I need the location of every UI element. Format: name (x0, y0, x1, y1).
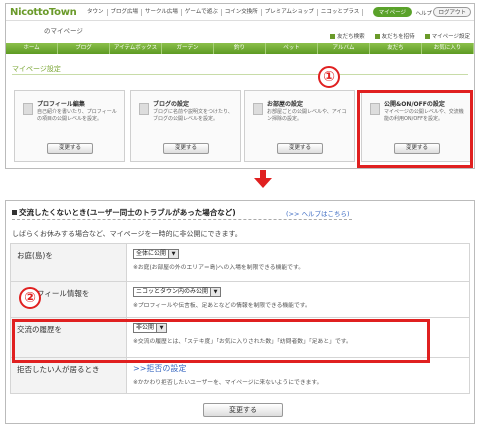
row-note: ※お庭(お部屋の外のエリア＝島)への入場を制限できる機能です。 (133, 265, 304, 271)
site-logo[interactable]: NicottoTown (10, 7, 77, 18)
exchange-settings-screenshot: 交流したくないとき(ユーザー同士のトラブルがあった場合など) (>> ヘルプはこ… (5, 200, 475, 424)
room-icon (253, 103, 263, 115)
exchange-section-title: 交流したくないとき(ユーザー同士のトラブルがあった場合など) (12, 207, 236, 218)
subheader: のマイページ 友だち検索 友だちを招待 マイページ設定 (6, 21, 474, 43)
card-title: ブログの設定 (153, 101, 190, 108)
mypage-settings-title: マイページ設定 (12, 65, 61, 73)
settings-icon (424, 33, 430, 39)
chevron-down-icon: ▼ (168, 250, 179, 258)
tab-blog[interactable]: ブログ (58, 43, 110, 54)
friend-search-link[interactable]: 友だち検索 (330, 32, 365, 40)
row-label: お庭(島)を (10, 243, 127, 282)
card-title: プロフィール編集 (37, 101, 85, 108)
nav-link-premium[interactable]: プレミアムショップ (262, 9, 318, 16)
divider (12, 219, 352, 220)
site-header: NicottoTown タウン ブログ広場 サークル広場 ゲームで遊ぶ コイン交… (6, 4, 474, 21)
tab-garden[interactable]: ガーデン (162, 43, 214, 54)
highlight-box (357, 90, 473, 168)
garden-visibility-select[interactable]: 全体に公開 ▼ (133, 249, 180, 259)
blog-icon (139, 103, 149, 115)
card-desc: 自己紹介を書いたり、プロフィールの項目の公開レベルを設定。 (37, 109, 117, 122)
nav-link-town[interactable]: タウン (84, 9, 108, 16)
square-bullet-icon (12, 210, 17, 215)
tab-favorites[interactable]: お気に入り (422, 43, 474, 54)
friend-search-icon (330, 33, 336, 39)
down-arrow-icon (254, 178, 272, 188)
room-settings-button[interactable]: 変更する (277, 143, 323, 154)
row-note: ※プロフィールや伝言板、足あとなどの情報を制限できる機能です。 (133, 303, 311, 309)
nav-link-plus[interactable]: ニコッとプラス (318, 9, 364, 16)
tab-friends[interactable]: 友だち (370, 43, 422, 54)
step-badge-1: ① (318, 66, 340, 88)
tab-home[interactable]: ホーム (6, 43, 58, 54)
blog-settings-card: ブログの設定 ブログに名前や説明文をつけたり、ブログの公開レベルを設定。 変更す… (130, 90, 241, 162)
nav-link-coin[interactable]: コイン交換所 (222, 9, 262, 16)
nav-link-blog[interactable]: ブログ広場 (108, 9, 143, 16)
help-link[interactable]: ヘルプ (415, 9, 432, 17)
card-title: お部屋の設定 (267, 101, 304, 108)
mypage-settings-link[interactable]: マイページ設定 (424, 32, 470, 40)
table-row: お庭(島)を 全体に公開 ▼ ※お庭(お部屋の外のエリア＝島)への入場を制限できる… (10, 243, 470, 282)
nav-link-game[interactable]: ゲームで遊ぶ (182, 9, 222, 16)
profile-edit-card: プロフィール編集 自己紹介を書いたり、プロフィールの項目の公開レベルを設定。 変… (14, 90, 125, 162)
tab-pet[interactable]: ペット (266, 43, 318, 54)
nav-link-circle[interactable]: サークル広場 (142, 9, 182, 16)
blog-settings-button[interactable]: 変更する (163, 143, 209, 154)
highlight-box (12, 319, 430, 363)
friend-invite-icon (374, 33, 380, 39)
row-note: ※かかわり拒否したいユーザーを、マイページに来ないようにできます。 (133, 380, 323, 386)
tab-itembox[interactable]: アイテムボックス (110, 43, 162, 54)
card-desc: ブログに名前や説明文をつけたり、ブログの公開レベルを設定。 (153, 109, 233, 122)
tab-fishing[interactable]: 釣り (214, 43, 266, 54)
logout-button[interactable]: ログアウト (433, 7, 471, 17)
submit-button[interactable]: 変更する (203, 403, 283, 417)
step-badge-2: ② (19, 287, 41, 309)
refuse-settings-link[interactable]: >>拒否の設定 (133, 363, 463, 374)
divider (12, 74, 468, 75)
tab-album[interactable]: アルバム (318, 43, 370, 54)
profile-edit-button[interactable]: 変更する (47, 143, 93, 154)
subheader-links: 友だち検索 友だちを招待 マイページ設定 (330, 32, 470, 40)
mypage-title: のマイページ (44, 27, 83, 35)
table-row: フィール情報を ニコッとタウン内のみ公開 ▼ ※プロフィールや伝言板、足あとなどの… (10, 281, 470, 318)
main-nav: ホーム ブログ アイテムボックス ガーデン 釣り ペット アルバム 友だち お気… (6, 43, 474, 54)
room-settings-card: お部屋の設定 お部屋ごとの公開レベルや、アイコン掃除の設定。 変更する (244, 90, 355, 162)
friend-invite-link[interactable]: 友だちを招待 (374, 32, 415, 40)
intro-text: しばらくお休みする場合など、マイページを一時的に非公開にできます。 (12, 230, 242, 238)
card-desc: お部屋ごとの公開レベルや、アイコン掃除の設定。 (267, 109, 347, 122)
chevron-down-icon: ▼ (210, 288, 221, 296)
mypage-button[interactable]: マイページ (372, 7, 412, 17)
profile-icon (23, 103, 33, 115)
top-nav: タウン ブログ広場 サークル広場 ゲームで遊ぶ コイン交換所 プレミアムショップ… (84, 9, 364, 16)
mypage-screenshot: NicottoTown タウン ブログ広場 サークル広場 ゲームで遊ぶ コイン交… (5, 3, 475, 169)
help-here-link[interactable]: (>> ヘルプはこちら) (286, 208, 350, 218)
profile-visibility-select[interactable]: ニコッとタウン内のみ公開 ▼ (133, 287, 222, 297)
